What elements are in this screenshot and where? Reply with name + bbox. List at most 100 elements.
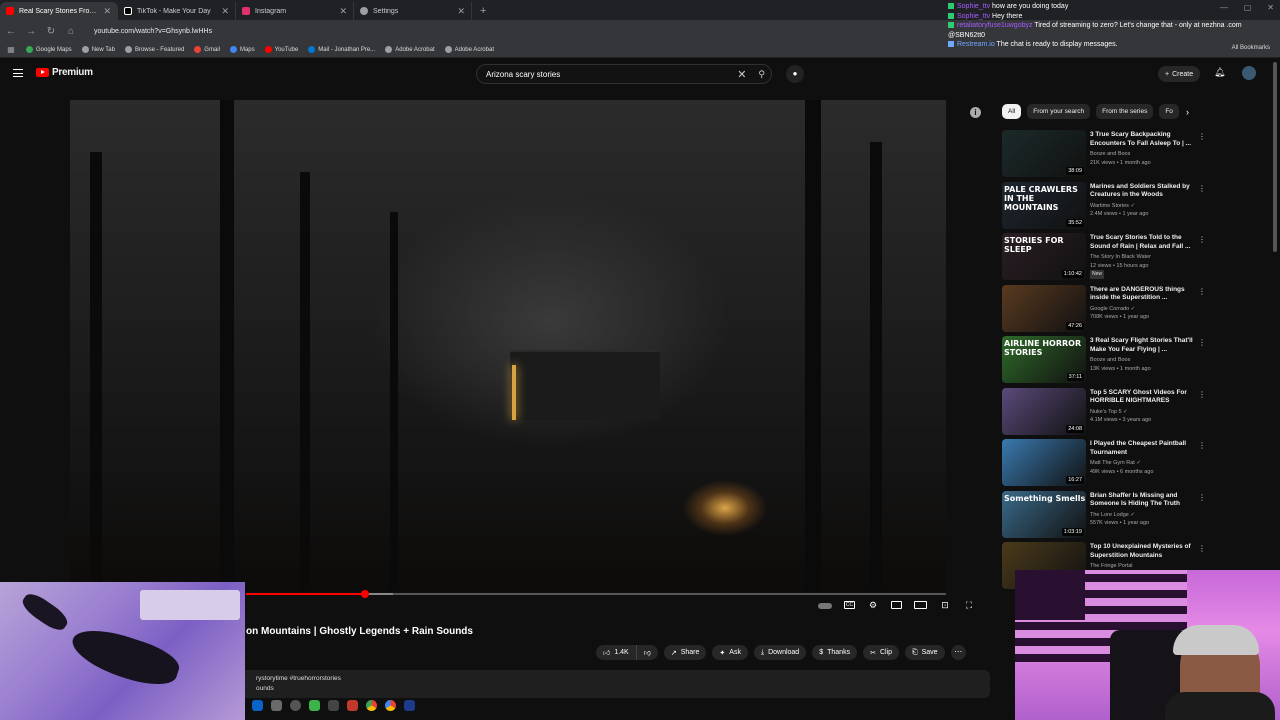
close-tab-icon[interactable]: ✕ [339,6,347,17]
youtube-premium-logo[interactable]: Premium [36,67,93,78]
bookmark-maps[interactable]: Maps [229,46,255,53]
chrome-icon[interactable] [366,700,377,711]
chip-from-your-search[interactable]: From your search [1027,104,1091,119]
video-thumbnail[interactable]: AIRLINE HORROR STORIES 37:11 [1002,336,1086,383]
bookmark-youtube[interactable]: YouTube [264,46,298,53]
dislike-button[interactable]: 👎︎ [636,645,658,660]
fullscreen-icon[interactable]: ⛶ [963,600,975,610]
recommendation-item[interactable]: 24:08 Top 5 SCARY Ghost Videos For HORRIB… [1002,387,1206,440]
app-icon[interactable] [309,700,320,711]
bookmark-browse-featured[interactable]: Browse - Featured [124,46,184,53]
clear-search-icon[interactable]: ✕ [737,68,746,81]
bookmark-new-tab[interactable]: New Tab [81,46,115,53]
video-title[interactable]: Brian Shaffer Is Missing and Someone Is … [1090,492,1198,509]
video-thumbnail[interactable]: 47:26 [1002,284,1086,332]
save-button[interactable]: ⎗ Save [905,645,945,660]
recommendation-item[interactable]: PALE CRAWLERS IN THE MOUNTAINS 35:52 Marin… [1002,181,1206,234]
info-icon[interactable]: i [970,107,981,118]
menu-icon[interactable] [13,69,23,77]
captions-icon[interactable]: CC [844,601,855,609]
channel-name[interactable]: The Story In Black Water [1090,253,1198,262]
bookmark-adobe-acrobat[interactable]: Adobe Acrobat [444,46,494,53]
channel-name[interactable]: The Lore Lodge ✓ [1090,511,1198,520]
app-icon[interactable] [328,700,339,711]
more-options-icon[interactable]: ⋮ [1198,287,1206,296]
video-title[interactable]: Top 10 Unexplained Mysteries of Supersti… [1090,543,1198,560]
close-tab-icon[interactable]: ✕ [457,6,465,17]
channel-name[interactable]: Google Corrado ✓ [1090,305,1198,314]
media-player-icon[interactable] [290,700,301,711]
forward-arrow-icon[interactable]: → [26,26,36,37]
browser-tab[interactable]: Real Scary Stories From The Su ✕ [0,2,118,20]
scrubber-handle[interactable] [361,590,369,598]
back-arrow-icon[interactable]: ← [6,26,16,37]
more-options-icon[interactable]: ⋮ [1198,184,1206,193]
more-options-icon[interactable]: ⋮ [1198,235,1206,244]
video-thumbnail[interactable]: 24:08 [1002,387,1086,435]
recommendation-item[interactable]: AIRLINE HORROR STORIES 37:11 3 Real Scary … [1002,336,1206,388]
search-input[interactable]: Arizona scary stories [486,70,737,79]
page-scrollbar[interactable] [1273,62,1277,252]
more-options-icon[interactable]: ⋮ [1198,132,1206,141]
channel-name[interactable]: Booze and Boos [1090,150,1198,159]
video-title[interactable]: Marines and Soldiers Stalked by Creature… [1090,183,1198,200]
search-icon[interactable]: ⚲ [758,69,765,80]
channel-name[interactable]: Wartime Stories ✓ [1090,202,1198,211]
browser-tab[interactable]: Settings ✕ [354,2,472,20]
voice-search-mic-icon[interactable]: ● [786,65,804,83]
chip-truncated[interactable]: Fo [1159,104,1179,119]
chrome-icon[interactable] [385,700,396,711]
outlook-icon[interactable] [252,700,263,711]
recommendation-item[interactable]: Something Smells 1:03:19 Brian Shaffer Is … [1002,490,1206,543]
settings-gear-icon[interactable]: ⚙ [867,600,879,610]
video-title[interactable]: There are DANGEROUS things inside the Su… [1090,286,1198,303]
more-options-icon[interactable]: ⋮ [1198,493,1206,502]
app-icon[interactable] [404,700,415,711]
notifications-bell-icon[interactable]: 🔔︎ [1214,67,1225,78]
video-title[interactable]: True Scary Stories Told to the Sound of … [1090,234,1198,251]
video-description[interactable]: rystorytime #truehorrorstories ounds [236,670,990,698]
reload-icon[interactable]: ↻ [46,26,56,37]
recommendation-item[interactable]: 16:27 I Played the Cheapest Paintball Tou… [1002,439,1206,491]
video-thumbnail[interactable]: 16:27 [1002,439,1086,486]
more-options-icon[interactable]: ⋮ [1198,441,1206,450]
home-icon[interactable]: ⌂ [66,26,76,37]
chip-all[interactable]: All [1002,104,1022,119]
more-options-icon[interactable]: ⋮ [1198,390,1206,399]
app-icon[interactable] [347,700,358,711]
video-thumbnail[interactable]: Something Smells 1:03:19 [1002,490,1086,538]
apps-grid-icon[interactable]: ▦ [6,45,16,54]
bookmark-google-maps[interactable]: Google Maps [26,46,72,53]
bookmark-mail[interactable]: Mail - Jonathan Pre... [308,46,375,53]
video-title[interactable]: 3 Real Scary Flight Stories That'll Make… [1090,337,1198,354]
url-field[interactable]: youtube.com/watch?v=Ghsynb.lwHHs [94,28,212,35]
search-bar[interactable]: Arizona scary stories ✕ ⚲ [476,64,772,84]
channel-name[interactable]: Matt The Gym Rat ✓ [1090,459,1198,468]
autoplay-toggle-icon[interactable] [818,603,832,609]
app-icon[interactable] [271,700,282,711]
video-thumbnail[interactable]: STORIES FOR SLEEP 1:10:42 [1002,233,1086,280]
video-player[interactable] [70,100,946,592]
avatar[interactable] [1242,66,1256,80]
chevron-right-icon[interactable]: › [1186,107,1189,117]
recommendation-item[interactable]: 47:26 There are DANGEROUS things inside t… [1002,284,1206,337]
video-thumbnail[interactable]: 38:09 [1002,130,1086,177]
channel-name[interactable]: Nuke's Top 5 ✓ [1090,408,1198,417]
more-actions-icon[interactable]: ⋯ [950,645,966,660]
download-button[interactable]: ⤓ Download [753,645,807,660]
thanks-button[interactable]: $ Thanks [812,645,858,660]
close-tab-icon[interactable]: ✕ [103,6,111,17]
video-title[interactable]: I Played the Cheapest Paintball Tourname… [1090,440,1198,457]
theater-mode-icon[interactable] [914,601,927,609]
clip-button[interactable]: ✂ Clip [863,645,900,660]
browser-tab[interactable]: TikTok - Make Your Day ✕ [118,2,236,20]
like-button[interactable]: 👍︎ 1.4K [596,645,637,660]
bookmark-gmail[interactable]: Gmail [194,46,220,53]
share-button[interactable]: ↗ Share [663,645,707,660]
recommendation-item[interactable]: STORIES FOR SLEEP 1:10:42 True Scary Stori… [1002,233,1206,285]
cast-icon[interactable]: ⊡ [939,600,951,610]
video-title[interactable]: Top 5 SCARY Ghost Videos For HORRIBLE NI… [1090,389,1198,406]
recommendation-item[interactable]: 38:09 3 True Scary Backpacking Encounters… [1002,130,1206,182]
bookmark-adobe-acrobat[interactable]: Adobe Acrobat [385,46,435,53]
chip-from-the-series[interactable]: From the series [1096,104,1154,119]
